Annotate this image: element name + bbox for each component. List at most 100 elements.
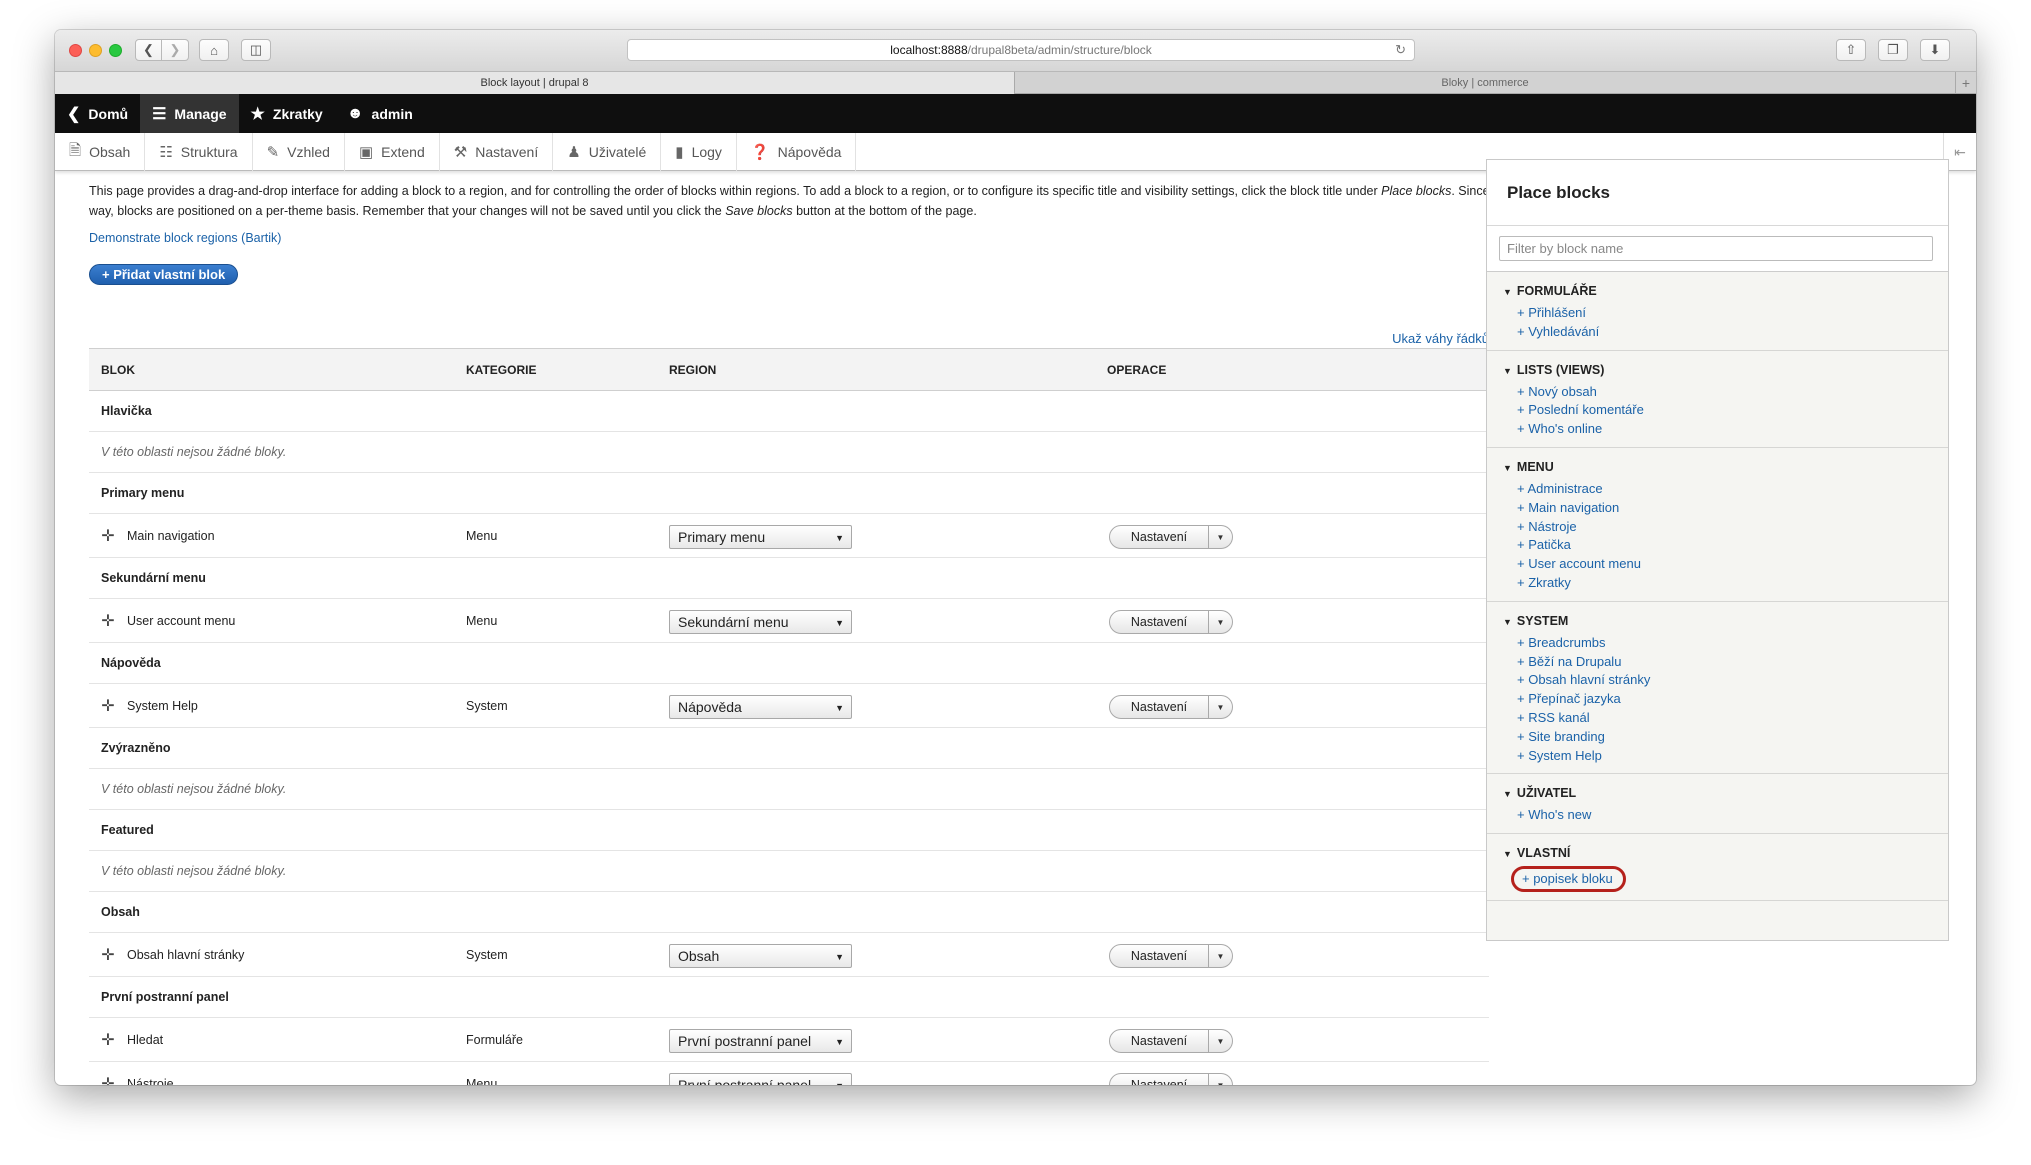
tab-block-layout[interactable]: Block layout | drupal 8	[55, 72, 1015, 94]
table-row: Nápověda	[89, 643, 1489, 684]
reload-icon[interactable]: ↻	[1395, 42, 1406, 58]
menu-item-extend[interactable]: ▣ Extend	[345, 133, 440, 171]
configure-button[interactable]: Nastavení	[1109, 695, 1209, 719]
menu-item-configuration[interactable]: ⚒ Nastavení	[440, 133, 554, 171]
minimize-window-button[interactable]	[89, 44, 102, 57]
address-bar[interactable]: localhost:8888/drupal8beta/admin/structu…	[627, 39, 1415, 61]
back-button[interactable]: ❮	[135, 39, 162, 61]
drag-handle-icon[interactable]: ✛	[101, 696, 115, 716]
region-select[interactable]: První postranní panel ▼	[669, 1029, 852, 1053]
toolbar-manage[interactable]: ☰ Manage	[140, 94, 239, 133]
add-custom-block-button[interactable]: + Přidat vlastní blok	[89, 264, 239, 285]
maximize-window-button[interactable]	[109, 44, 122, 57]
place-block-link[interactable]: + Who's online	[1503, 420, 1948, 439]
highlighted-block-link[interactable]: + popisek bloku	[1511, 866, 1626, 893]
sidebar-toggle-button[interactable]: ◫	[241, 39, 271, 61]
place-block-link[interactable]: + RSS kanál	[1503, 709, 1948, 728]
category-title[interactable]: ▼ Uživatel	[1503, 786, 1948, 800]
operations-toggle-button[interactable]: ▼	[1209, 1073, 1233, 1085]
share-button[interactable]: ⇧	[1836, 39, 1866, 61]
region-select[interactable]: Sekundární menu ▼	[669, 610, 852, 634]
downloads-button[interactable]: ⬇	[1920, 39, 1950, 61]
people-icon: ♟	[567, 144, 581, 161]
table-row: První postranní panel	[89, 977, 1489, 1018]
drag-handle-icon[interactable]: ✛	[101, 1074, 115, 1086]
place-block-link[interactable]: + System Help	[1503, 747, 1948, 766]
new-tab-button[interactable]: +	[1955, 72, 1976, 94]
menu-item-people[interactable]: ♟ Uživatelé	[553, 133, 662, 171]
configure-button[interactable]: Nastavení	[1109, 1073, 1209, 1085]
drag-handle-icon[interactable]: ✛	[101, 945, 115, 965]
show-row-weights-link[interactable]: Ukaž váhy řádků	[1349, 331, 1489, 346]
category-title[interactable]: ▼ Lists (Views)	[1503, 363, 1948, 377]
tabs-icon: ❐	[1887, 42, 1899, 57]
table-row: Zvýrazněno	[89, 728, 1489, 769]
place-block-link[interactable]: + Poslední komentáře	[1503, 401, 1948, 420]
close-window-button[interactable]	[69, 44, 82, 57]
drag-handle-icon[interactable]: ✛	[101, 611, 115, 631]
place-block-link[interactable]: + Nástroje	[1503, 518, 1948, 537]
place-blocks-sidebar: Place blocks Filter by block name ▼ Formu…	[1486, 159, 1949, 941]
place-block-link[interactable]: + Vyhledávání	[1503, 323, 1948, 342]
place-block-link[interactable]: + Zkratky	[1503, 574, 1948, 593]
demonstrate-regions-link[interactable]: Demonstrate block regions (Bartik)	[89, 231, 281, 245]
block-category-group: ▼ Vlastní + popisek bloku	[1487, 834, 1948, 902]
block-name: User account menu	[127, 613, 236, 628]
menu-item-structure[interactable]: ☷ Struktura	[145, 133, 253, 171]
help-part: This page provides a drag-and-drop inter…	[89, 184, 1382, 198]
place-block-link[interactable]: + Who's new	[1503, 806, 1948, 825]
region-select[interactable]: Obsah ▼	[669, 944, 852, 968]
place-block-link[interactable]: + Běží na Drupalu	[1503, 653, 1948, 672]
operations-toggle-button[interactable]: ▼	[1209, 525, 1233, 549]
drag-handle-icon[interactable]: ✛	[101, 1030, 115, 1050]
home-button[interactable]: ⌂	[199, 39, 229, 61]
forward-button[interactable]: ❯	[162, 39, 189, 61]
category-title[interactable]: ▼ System	[1503, 614, 1948, 628]
tab-bar: Block layout | drupal 8 Bloky | commerce…	[55, 72, 1976, 94]
dropdown-arrow-icon: ▼	[835, 618, 844, 628]
tabs-overview-button[interactable]: ❐	[1878, 39, 1908, 61]
category-title[interactable]: ▼ Formuláře	[1503, 284, 1948, 298]
menu-item-label: Vzhled	[287, 144, 330, 160]
configure-button[interactable]: Nastavení	[1109, 525, 1209, 549]
menu-item-appearance[interactable]: ✎ Vzhled	[253, 133, 345, 171]
structure-icon: ☷	[159, 144, 173, 161]
configure-button[interactable]: Nastavení	[1109, 944, 1209, 968]
place-block-link[interactable]: + Patička	[1503, 536, 1948, 555]
toolbar-user[interactable]: ☻ admin	[335, 94, 425, 133]
menu-item-help[interactable]: ❓ Nápověda	[737, 133, 857, 171]
table-row: ✛NástrojeMenuPrvní postranní panel▼Nasta…	[89, 1062, 1489, 1085]
place-block-link[interactable]: + Main navigation	[1503, 499, 1948, 518]
place-block-link[interactable]: + Přepínač jazyka	[1503, 690, 1948, 709]
region-select[interactable]: První postranní panel ▼	[669, 1073, 852, 1085]
toolbar-home[interactable]: ❮ Domů	[55, 94, 140, 133]
menu-item-content[interactable]: 🗎 Obsah	[55, 133, 146, 171]
place-block-link[interactable]: + Přihlášení	[1503, 304, 1948, 323]
place-block-link[interactable]: + Breadcrumbs	[1503, 634, 1948, 653]
category-title[interactable]: ▼ Menu	[1503, 460, 1948, 474]
chevron-down-icon: ▼	[1216, 951, 1225, 961]
operations-toggle-button[interactable]: ▼	[1209, 1029, 1233, 1053]
toolbar-shortcuts[interactable]: ★ Zkratky	[239, 94, 335, 133]
operations-toggle-button[interactable]: ▼	[1209, 944, 1233, 968]
place-block-link[interactable]: + User account menu	[1503, 555, 1948, 574]
operations-toggle-button[interactable]: ▼	[1209, 610, 1233, 634]
category-title[interactable]: ▼ Vlastní	[1503, 846, 1948, 860]
filter-block-input[interactable]: Filter by block name	[1499, 236, 1933, 261]
operations-toggle-button[interactable]: ▼	[1209, 695, 1233, 719]
place-block-link[interactable]: + Site branding	[1503, 728, 1948, 747]
table-row: ✛ Obsah hlavní stránky System Obsah ▼ Nastave…	[89, 933, 1489, 977]
region-select[interactable]: Primary menu ▼	[669, 525, 852, 549]
configure-button[interactable]: Nastavení	[1109, 610, 1209, 634]
place-block-link[interactable]: + Administrace	[1503, 480, 1948, 499]
configure-button[interactable]: Nastavení	[1109, 1029, 1209, 1053]
drag-handle-icon[interactable]: ✛	[101, 526, 115, 546]
place-block-link[interactable]: + popisek bloku	[1503, 866, 1948, 893]
table-row: ✛ System Help System Nápověda ▼ Nastavení ▼	[89, 684, 1489, 728]
place-block-link[interactable]: + Nový obsah	[1503, 383, 1948, 402]
tab-bloky-commerce[interactable]: Bloky | commerce	[1015, 72, 1955, 94]
place-block-link[interactable]: + Obsah hlavní stránky	[1503, 671, 1948, 690]
triangle-down-icon: ▼	[1503, 287, 1512, 297]
menu-item-reports[interactable]: ▮ Logy	[661, 133, 737, 171]
region-select[interactable]: Nápověda ▼	[669, 695, 852, 719]
